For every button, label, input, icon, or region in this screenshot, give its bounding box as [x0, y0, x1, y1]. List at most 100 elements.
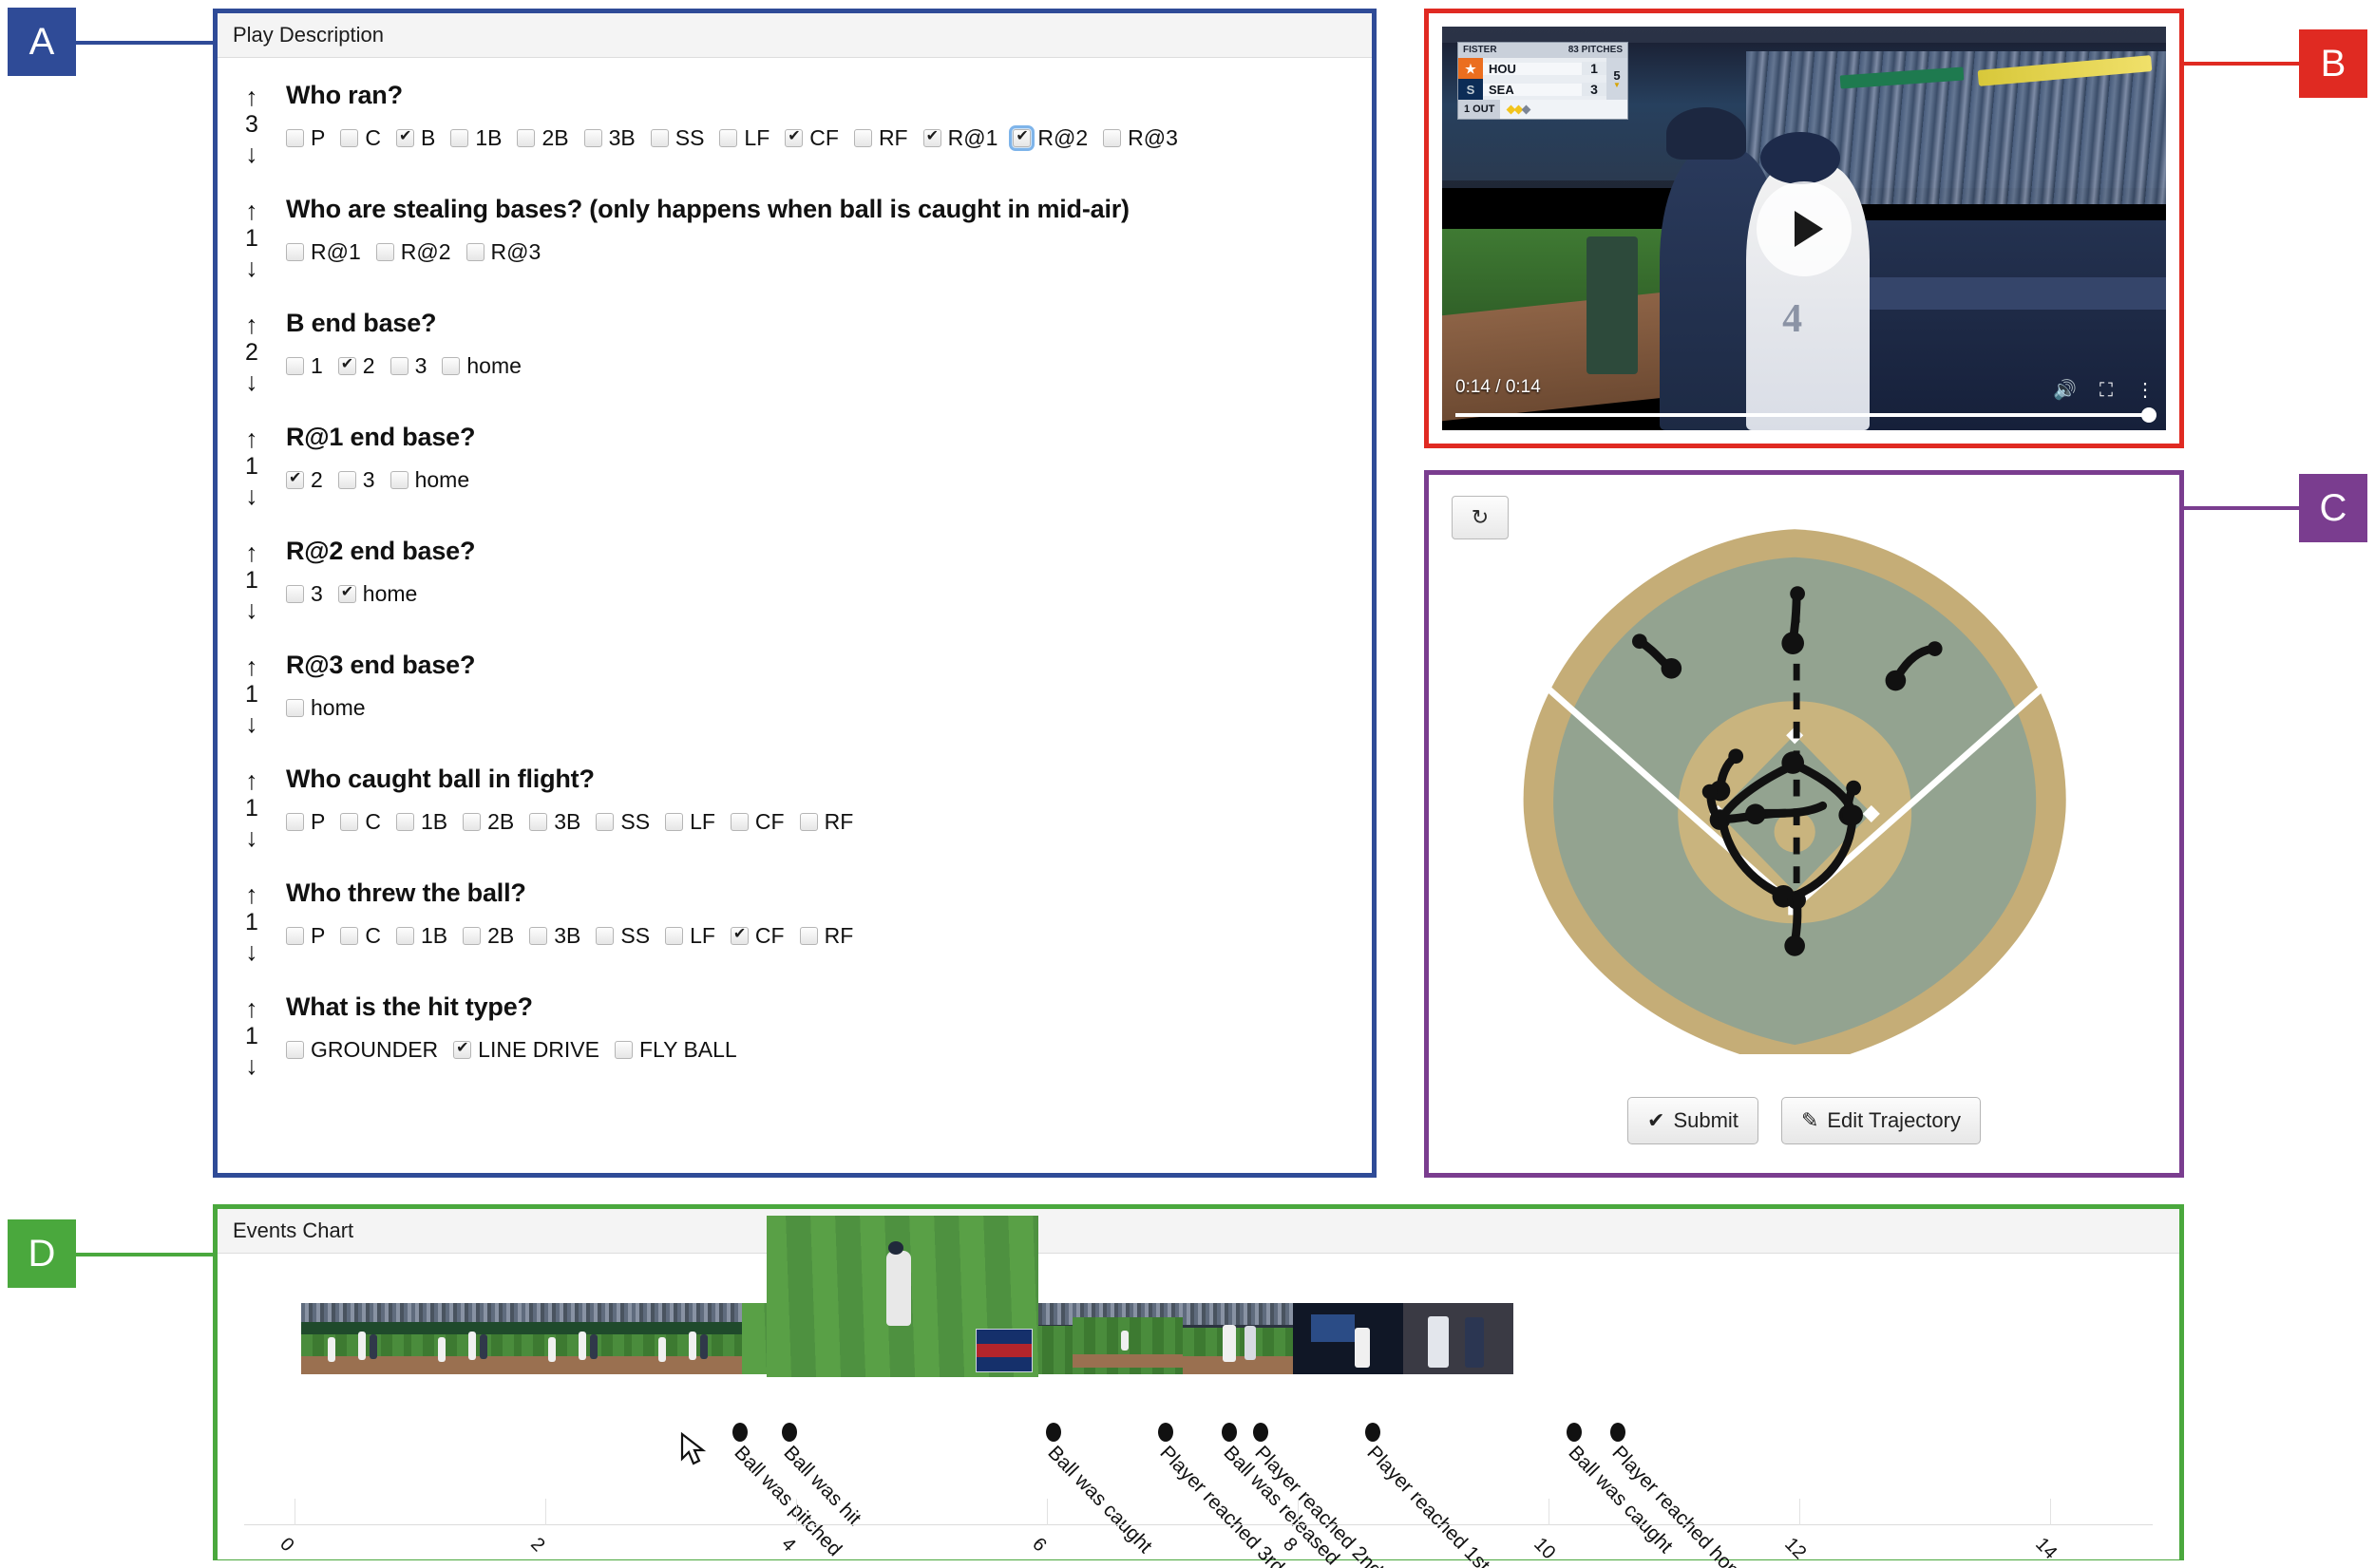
- arrow-down-icon[interactable]: ↓: [218, 1053, 286, 1082]
- checkbox[interactable]: [730, 925, 749, 945]
- option-ss[interactable]: SS: [650, 125, 704, 151]
- checkbox[interactable]: [450, 129, 469, 147]
- checkbox[interactable]: [286, 243, 304, 261]
- question-reorder-controls[interactable]: ↑ 1 ↓: [218, 992, 286, 1082]
- checkbox[interactable]: [337, 583, 356, 603]
- checkbox[interactable]: [337, 355, 356, 375]
- event-dot[interactable]: [1566, 1423, 1582, 1442]
- video-player[interactable]: 4 FISTER 83 PITCHES ★ HOU 1 S SEA 3 5 ▼ …: [1442, 27, 2166, 430]
- checkbox[interactable]: [596, 813, 615, 831]
- option-2b[interactable]: 2B: [463, 809, 514, 835]
- option-1b[interactable]: 1B: [395, 923, 447, 949]
- arrow-up-icon[interactable]: ↑: [218, 768, 286, 797]
- checkbox[interactable]: [596, 927, 615, 945]
- option-r-3[interactable]: R@3: [1103, 125, 1178, 151]
- arrow-down-icon[interactable]: ↓: [218, 825, 286, 854]
- volume-icon[interactable]: 🔊: [2053, 381, 2077, 400]
- option-b[interactable]: B: [395, 125, 435, 151]
- checkbox[interactable]: [650, 129, 669, 147]
- option-1b[interactable]: 1B: [450, 125, 502, 151]
- checkbox[interactable]: [730, 813, 749, 831]
- option-3b[interactable]: 3B: [529, 809, 580, 835]
- question-reorder-controls[interactable]: ↑ 1 ↓: [218, 878, 286, 968]
- checkbox[interactable]: [583, 129, 602, 147]
- option-r-1[interactable]: R@1: [286, 239, 361, 265]
- option-p[interactable]: P: [286, 923, 325, 949]
- arrow-down-icon[interactable]: ↓: [218, 597, 286, 626]
- event-dot[interactable]: [732, 1423, 748, 1442]
- checkbox[interactable]: [286, 927, 304, 945]
- checkbox[interactable]: [799, 927, 818, 945]
- thumbnail-frame[interactable]: [1403, 1303, 1513, 1374]
- checkbox[interactable]: [922, 127, 941, 147]
- arrow-up-icon[interactable]: ↑: [218, 85, 286, 113]
- option-rf[interactable]: RF: [853, 125, 908, 151]
- arrow-up-icon[interactable]: ↑: [218, 198, 286, 227]
- option-fly-ball[interactable]: FLY BALL: [615, 1037, 737, 1063]
- checkbox[interactable]: [442, 357, 461, 375]
- option-1b[interactable]: 1B: [395, 809, 447, 835]
- option-line-drive[interactable]: LINE DRIVE: [453, 1037, 599, 1063]
- option-cf[interactable]: CF: [730, 809, 785, 835]
- option-3[interactable]: 3: [337, 467, 375, 493]
- option-3[interactable]: 3: [286, 581, 323, 607]
- option-lf[interactable]: LF: [665, 923, 715, 949]
- option-r-2[interactable]: R@2: [375, 239, 451, 265]
- option-c[interactable]: C: [340, 809, 381, 835]
- thumbnail-frame[interactable]: [1183, 1303, 1293, 1374]
- checkbox[interactable]: [463, 813, 482, 831]
- option-lf[interactable]: LF: [665, 809, 715, 835]
- event-dot[interactable]: [1609, 1423, 1625, 1442]
- question-reorder-controls[interactable]: ↑ 1 ↓: [218, 537, 286, 626]
- option-grounder[interactable]: GROUNDER: [286, 1037, 438, 1063]
- play-icon[interactable]: [1757, 180, 1852, 276]
- option-c[interactable]: C: [340, 923, 381, 949]
- thumbnail-frame[interactable]: [632, 1303, 742, 1374]
- thumbnail-frame[interactable]: [301, 1303, 411, 1374]
- option-r-1[interactable]: R@1: [922, 125, 998, 151]
- checkbox[interactable]: [286, 357, 304, 375]
- option-p[interactable]: P: [286, 125, 325, 151]
- thumbnail-frame[interactable]: [1293, 1303, 1403, 1374]
- video-progress-bar[interactable]: [1455, 413, 2153, 417]
- arrow-down-icon[interactable]: ↓: [218, 483, 286, 512]
- thumbnail-frame[interactable]: [1073, 1303, 1183, 1374]
- more-options-icon[interactable]: ⋮: [2136, 381, 2155, 400]
- checkbox[interactable]: [395, 127, 414, 147]
- checkbox[interactable]: [340, 813, 359, 831]
- checkbox[interactable]: [615, 1041, 633, 1059]
- checkbox[interactable]: [390, 471, 408, 489]
- checkbox[interactable]: [286, 699, 304, 717]
- option-ss[interactable]: SS: [596, 809, 650, 835]
- checkbox[interactable]: [286, 1041, 304, 1059]
- checkbox[interactable]: [286, 585, 304, 603]
- option-2b[interactable]: 2B: [517, 125, 569, 151]
- checkbox[interactable]: [799, 813, 818, 831]
- video-progress-knob[interactable]: [2141, 407, 2156, 423]
- option-p[interactable]: P: [286, 809, 325, 835]
- option-3b[interactable]: 3B: [529, 923, 580, 949]
- option-cf[interactable]: CF: [730, 923, 785, 949]
- events-chart-body[interactable]: Ball was pitched Ball was hit Ball was cau…: [218, 1216, 2179, 1568]
- checkbox[interactable]: [286, 129, 304, 147]
- checkbox[interactable]: [463, 927, 482, 945]
- arrow-down-icon[interactable]: ↓: [218, 142, 286, 170]
- checkbox[interactable]: [529, 927, 548, 945]
- arrow-down-icon[interactable]: ↓: [218, 711, 286, 740]
- question-reorder-controls[interactable]: ↑ 1 ↓: [218, 765, 286, 854]
- checkbox[interactable]: [286, 813, 304, 831]
- fullscreen-icon[interactable]: ⛶: [2100, 381, 2113, 400]
- checkbox[interactable]: [395, 813, 414, 831]
- event-dot[interactable]: [1045, 1423, 1061, 1442]
- option-home[interactable]: home: [390, 467, 469, 493]
- question-reorder-controls[interactable]: ↑ 1 ↓: [218, 195, 286, 284]
- question-reorder-controls[interactable]: ↑ 3 ↓: [218, 81, 286, 170]
- submit-button[interactable]: ✔ Submit: [1627, 1097, 1758, 1144]
- arrow-down-icon[interactable]: ↓: [218, 369, 286, 398]
- checkbox[interactable]: [375, 243, 394, 261]
- checkbox[interactable]: [286, 469, 304, 489]
- event-dot[interactable]: [1221, 1423, 1237, 1442]
- checkbox[interactable]: [453, 1039, 472, 1059]
- thumbnail-frame[interactable]: [522, 1303, 632, 1374]
- option-r-3[interactable]: R@3: [466, 239, 541, 265]
